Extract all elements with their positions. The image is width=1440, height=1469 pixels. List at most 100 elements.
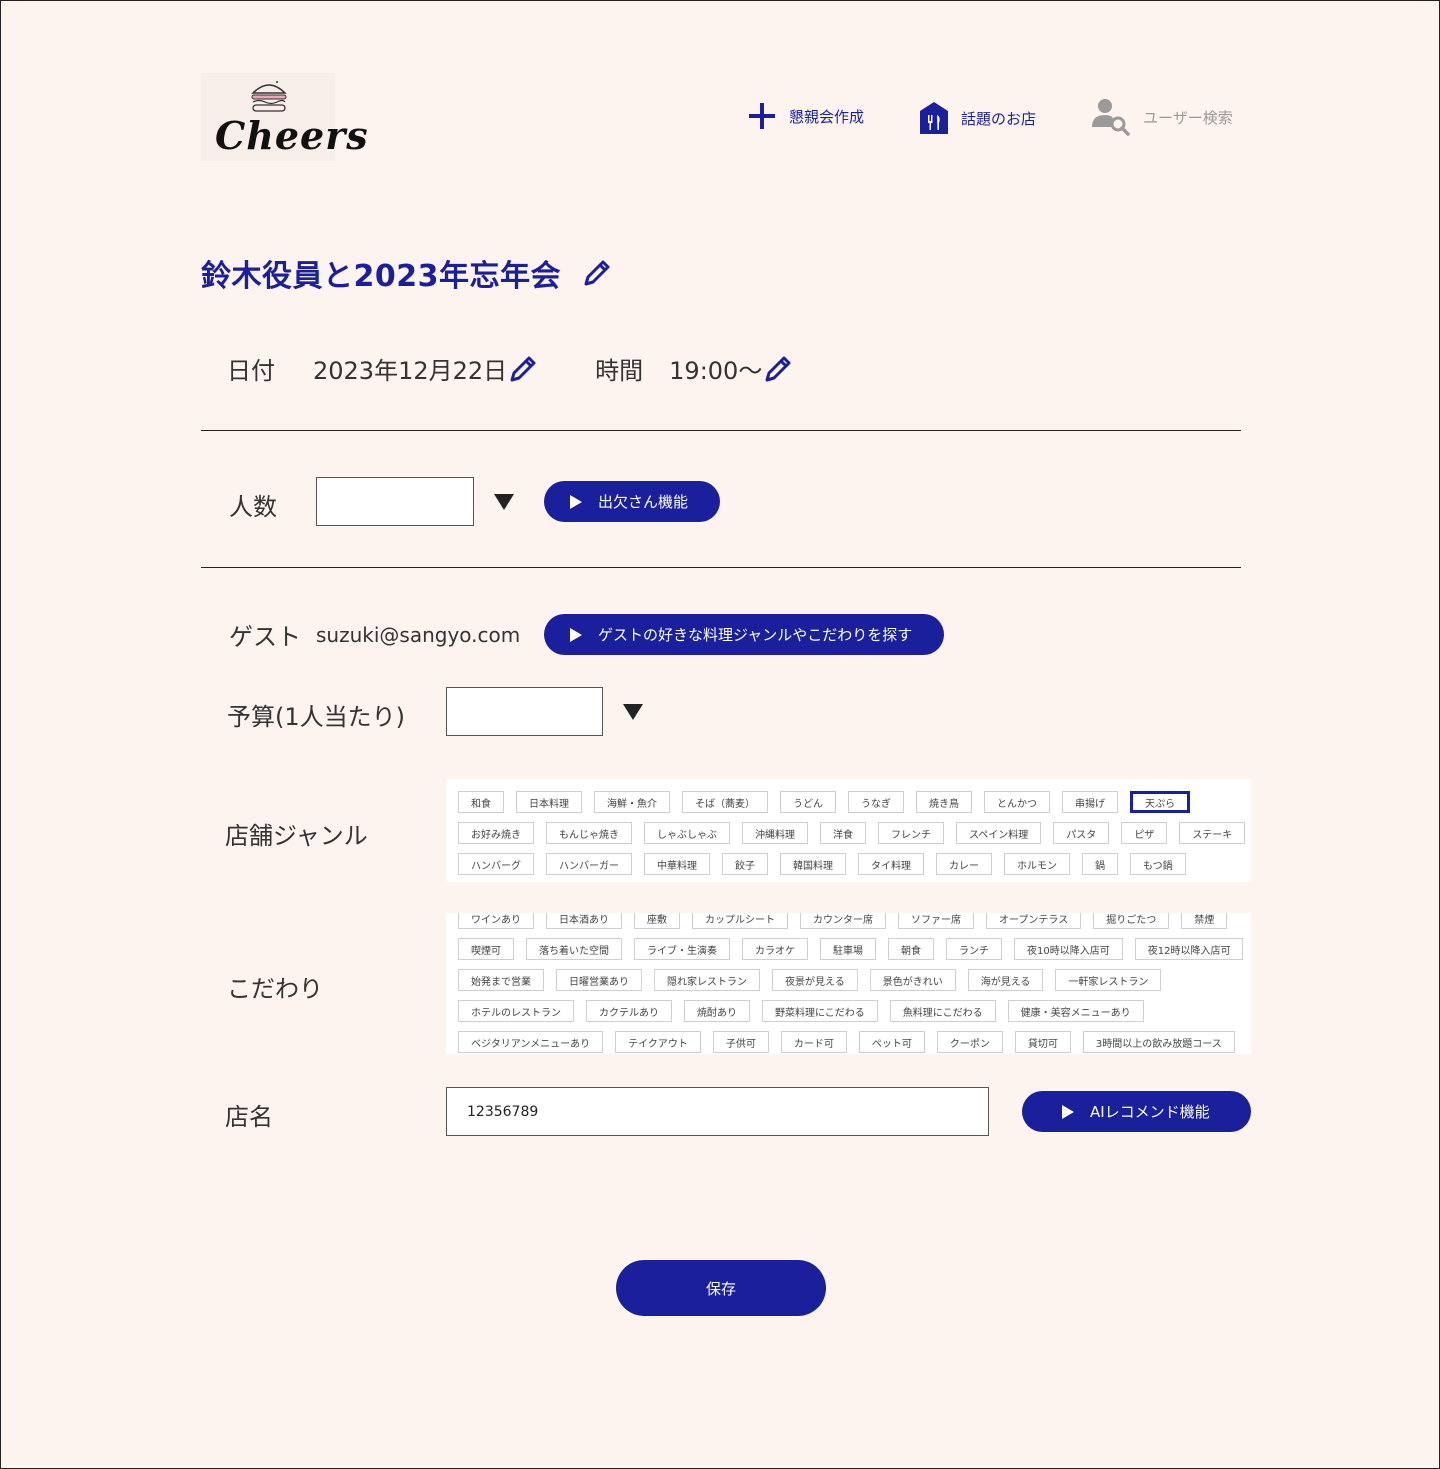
budget-dropdown-arrow-icon[interactable] [623, 704, 643, 720]
nav-user-search[interactable]: ユーザー検索 [1091, 97, 1233, 137]
kodawari-tag[interactable]: 落ち着いた空間 [526, 938, 622, 960]
genre-tag[interactable]: ピザ [1121, 822, 1168, 844]
genre-tag[interactable]: ハンバーグ [458, 853, 534, 875]
nav-popular-shops[interactable]: 話題のお店 [919, 101, 1036, 135]
kodawari-row: ホテルのレストラン カクテルあり 焼酎あり 野菜料理にこだわる 魚料理にこだわる… [458, 1000, 1251, 1022]
genre-tag[interactable]: タイ料理 [858, 853, 924, 875]
logo[interactable]: Cheers [201, 73, 368, 161]
genre-row: お好み焼き もんじゃ焼き しゃぶしゃぶ 沖縄料理 洋食 フレンチ スペイン料理 … [458, 822, 1251, 844]
edit-date-pencil-icon[interactable] [507, 353, 539, 385]
nav-create-party[interactable]: 懇親会作成 [747, 101, 864, 131]
kodawari-tag[interactable]: ワインあり [458, 913, 534, 929]
genre-tag[interactable]: しゃぶしゃぶ [644, 822, 730, 844]
people-count-select[interactable] [316, 477, 474, 526]
genre-tag[interactable]: スペイン料理 [956, 822, 1042, 844]
kodawari-tag[interactable]: 日曜営業あり [556, 969, 642, 991]
kodawari-tag[interactable]: オープンテラス [986, 913, 1082, 929]
kodawari-tag[interactable]: 景色がきれい [869, 969, 956, 991]
kodawari-tag[interactable]: 一軒家レストラン [1055, 969, 1162, 991]
date-value: 2023年12月22日 [313, 357, 508, 385]
divider [201, 430, 1241, 431]
kodawari-tag[interactable]: 禁煙 [1181, 913, 1228, 929]
guest-preference-search-button[interactable]: ゲストの好きな料理ジャンルやこだわりを探す [544, 614, 945, 655]
date-time-row: 日付 2023年12月22日 時間 19:00〜 [227, 351, 794, 386]
kodawari-tag[interactable]: 喫煙可 [458, 938, 514, 960]
kodawari-tag[interactable]: 貸切可 [1014, 1031, 1071, 1053]
people-dropdown-arrow-icon[interactable] [494, 494, 514, 510]
kodawari-tag[interactable]: 海が見える [967, 969, 1044, 991]
ai-recommend-button[interactable]: AIレコメンド機能 [1022, 1091, 1251, 1132]
kodawari-tag[interactable]: 駐車場 [820, 938, 876, 960]
genre-tag[interactable]: うどん [780, 791, 836, 813]
genre-tag[interactable]: お好み焼き [458, 822, 534, 844]
edit-time-pencil-icon[interactable] [762, 353, 794, 385]
people-label: 人数 [229, 493, 277, 521]
genre-tag[interactable]: 串揚げ [1062, 791, 1118, 813]
genre-tag[interactable]: 沖縄料理 [742, 822, 808, 844]
kodawari-tag[interactable]: 3時間以上の飲み放題コース [1082, 1031, 1235, 1053]
kodawari-tag[interactable]: ライブ・生演奏 [634, 938, 730, 960]
genre-tag[interactable]: 日本料理 [516, 791, 582, 813]
date-label: 日付 [227, 357, 275, 385]
genre-tag[interactable]: 洋食 [820, 822, 866, 844]
genre-tag[interactable]: そば（蕎麦） [682, 791, 768, 813]
kodawari-tag[interactable]: 夜10時以降入店可 [1014, 938, 1123, 960]
genre-tag[interactable]: もんじゃ焼き [546, 822, 632, 844]
kodawari-tag[interactable]: カクテルあり [586, 1000, 672, 1022]
kodawari-tag[interactable]: 健康・美容メニューあり [1007, 1000, 1144, 1022]
genre-tag[interactable]: パスタ [1053, 822, 1110, 844]
shop-name-input[interactable]: 12356789 [446, 1087, 989, 1136]
kodawari-tag[interactable]: カップルシート [692, 913, 788, 929]
genre-tag[interactable]: 中華料理 [644, 853, 710, 875]
kodawari-tag[interactable]: 座敷 [634, 913, 680, 929]
kodawari-tag[interactable]: 朝食 [888, 938, 934, 960]
kodawari-tag[interactable]: カウンター席 [800, 913, 886, 929]
budget-label: 予算(1人当たり) [227, 703, 405, 731]
budget-select[interactable] [446, 687, 603, 736]
kodawari-tag[interactable]: ベジタリアンメニューあり [458, 1031, 604, 1053]
kodawari-tag[interactable]: 魚料理にこだわる [889, 1000, 996, 1022]
kodawari-tag[interactable]: ソファー席 [898, 913, 974, 929]
genre-tag[interactable]: とんかつ [984, 791, 1050, 813]
genre-tag[interactable]: フレンチ [878, 822, 944, 844]
attendance-button[interactable]: 出欠さん機能 [544, 481, 721, 522]
kodawari-tag[interactable]: 焼酎あり [684, 1000, 750, 1022]
kodawari-tag[interactable]: 始発まで営業 [458, 969, 544, 991]
kodawari-tag[interactable]: 夜12時以降入店可 [1134, 938, 1244, 960]
genre-tag[interactable]: ステーキ [1179, 822, 1246, 844]
genre-tag[interactable]: 餃子 [722, 853, 768, 875]
genre-tag[interactable]: 鍋 [1082, 853, 1118, 875]
genre-label: 店舗ジャンル [225, 822, 368, 850]
genre-tag[interactable]: 海鮮・魚介 [594, 791, 670, 813]
guest-email: suzuki@sangyo.com [316, 623, 521, 647]
kodawari-tag[interactable]: 子供可 [712, 1031, 769, 1053]
genre-tag[interactable]: もつ鍋 [1130, 853, 1186, 875]
kodawari-tag[interactable]: 隠れ家レストラン [654, 969, 760, 991]
genre-tag[interactable]: ハンバーガー [546, 853, 632, 875]
nav-create-label: 懇親会作成 [789, 107, 865, 126]
kodawari-tag[interactable]: クーポン [936, 1031, 1003, 1053]
save-button[interactable]: 保存 [616, 1260, 826, 1316]
kodawari-tag[interactable]: 掘りごたつ [1093, 913, 1170, 929]
genre-tag[interactable]: 焼き鳥 [916, 791, 972, 813]
burger-icon [251, 81, 287, 112]
genre-tag[interactable]: カレー [936, 853, 992, 875]
kodawari-tag[interactable]: 野菜料理にこだわる [762, 1000, 878, 1022]
kodawari-tag[interactable]: ホテルのレストラン [458, 1000, 574, 1022]
genre-tag[interactable]: 韓国料理 [780, 853, 846, 875]
logo-text: Cheers [215, 113, 369, 158]
kodawari-tag[interactable]: カード可 [780, 1031, 847, 1053]
kodawari-tag[interactable]: テイクアウト [615, 1031, 701, 1053]
genre-tag[interactable]: ホルモン [1004, 853, 1070, 875]
kodawari-tag[interactable]: 日本酒あり [546, 913, 622, 929]
kodawari-tag[interactable]: カラオケ [742, 938, 808, 960]
genre-tag-selected[interactable]: 天ぷら [1130, 791, 1190, 813]
kodawari-tag[interactable]: ペット可 [858, 1031, 925, 1053]
kodawari-tag[interactable]: ランチ [946, 938, 1002, 960]
plus-icon [749, 103, 775, 129]
kodawari-tag[interactable]: 夜景が見える [772, 969, 858, 991]
genre-tag[interactable]: 和食 [458, 791, 504, 813]
genre-tag[interactable]: うなぎ [848, 791, 904, 813]
guest-preference-button-label: ゲストの好きな料理ジャンルやこだわりを探す [598, 626, 913, 644]
edit-title-pencil-icon[interactable] [581, 257, 613, 289]
